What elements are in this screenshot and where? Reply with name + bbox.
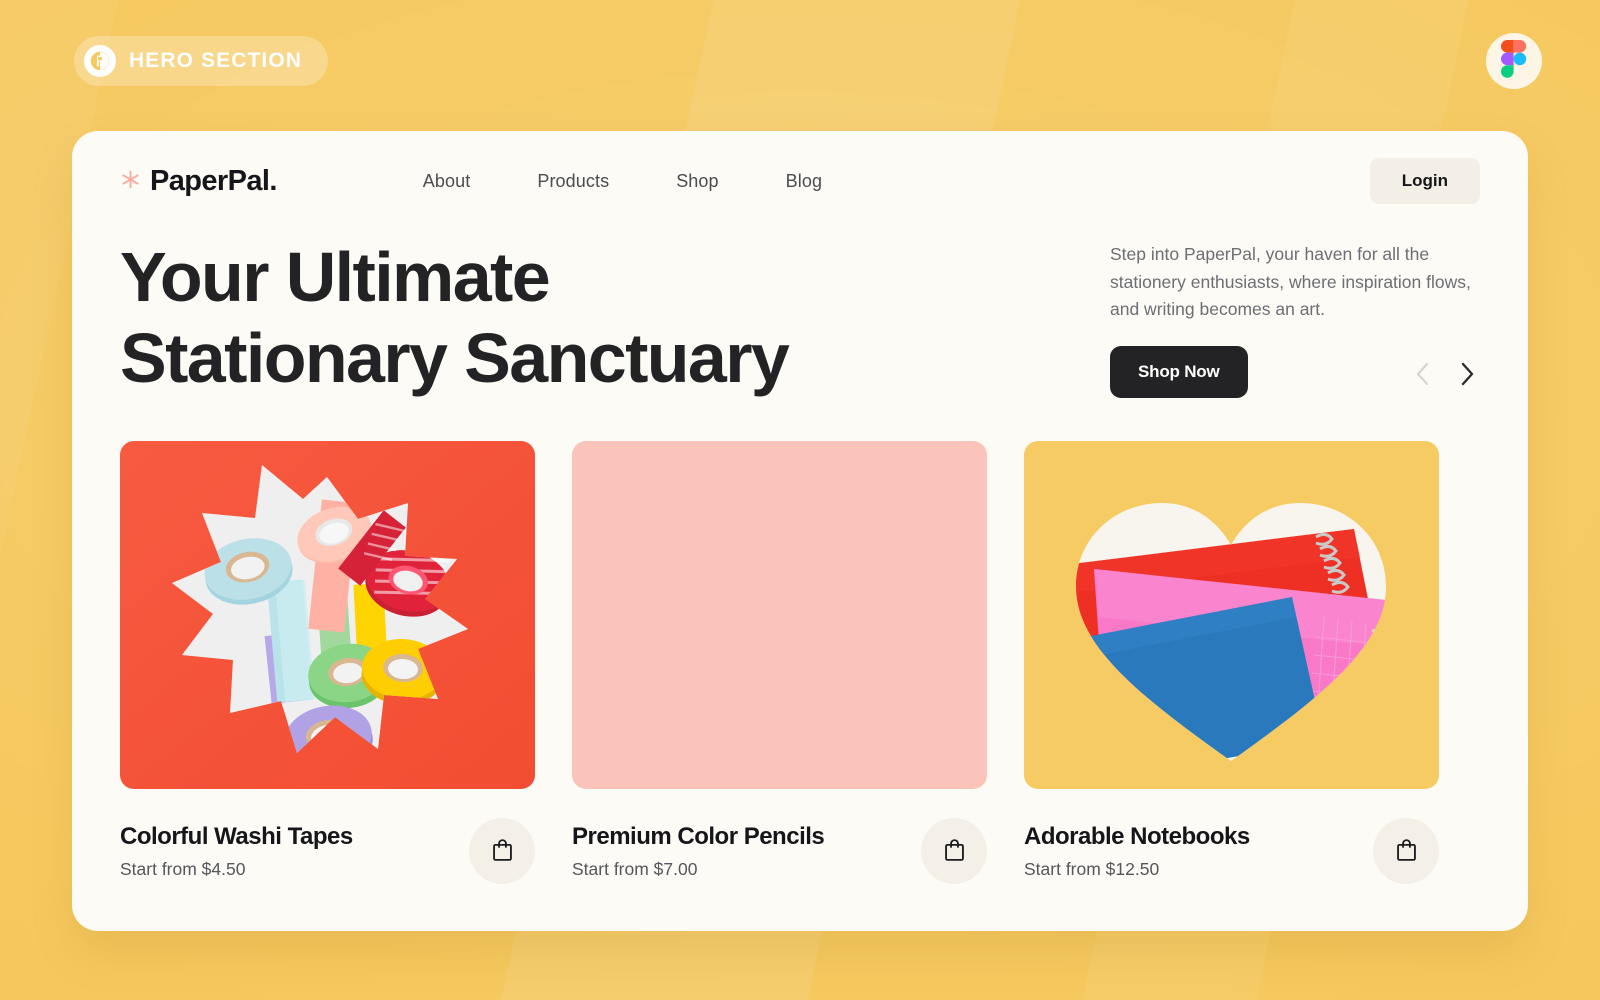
- product-footer: Colorful Washi Tapes Start from $4.50: [120, 818, 535, 884]
- hero-section-badge: HERO SECTION: [74, 36, 329, 86]
- product-grid: Colorful Washi Tapes Start from $4.50 Pr…: [120, 441, 1480, 884]
- asterisk-icon: [120, 169, 141, 194]
- product-footer: Premium Color Pencils Start from $7.00: [572, 818, 987, 884]
- color-pencils-photo: [572, 441, 987, 789]
- nav-link-blog[interactable]: Blog: [786, 171, 822, 192]
- hero-description: Step into PaperPal, your haven for all t…: [1110, 244, 1471, 320]
- product-card[interactable]: Adorable Notebooks Start from $12.50: [1024, 441, 1439, 884]
- product-title: Premium Color Pencils: [572, 822, 825, 850]
- notebooks-photo: [1024, 441, 1439, 789]
- product-price: Start from $7.00: [572, 858, 698, 879]
- login-button[interactable]: Login: [1369, 158, 1480, 204]
- product-info: Colorful Washi Tapes Start from $4.50: [120, 823, 353, 880]
- carousel-controls: [1414, 351, 1480, 392]
- product-info: Adorable Notebooks Start from $12.50: [1024, 823, 1250, 880]
- page-title: Your Ultimate Stationary Sanctuary: [120, 238, 790, 397]
- hero-actions: Shop Now: [1110, 345, 1480, 398]
- chevron-left-icon[interactable]: [1414, 361, 1432, 392]
- add-to-cart-button[interactable]: [1373, 818, 1439, 884]
- product-title: Colorful Washi Tapes: [120, 822, 353, 850]
- washi-tapes-photo: [120, 441, 535, 789]
- shopping-bag-icon: [943, 837, 966, 865]
- nav-link-shop[interactable]: Shop: [676, 171, 718, 192]
- nav-links: About Products Shop Blog: [423, 171, 822, 192]
- add-to-cart-button[interactable]: [921, 818, 987, 884]
- product-info: Premium Color Pencils Start from $7.00: [572, 822, 825, 880]
- shop-now-button[interactable]: Shop Now: [1110, 345, 1248, 398]
- hero-side-panel: Step into PaperPal, your haven for all t…: [1110, 235, 1480, 425]
- hero-section-badge-label: HERO SECTION: [129, 49, 303, 72]
- product-title: Adorable Notebooks: [1024, 822, 1250, 850]
- brand-name: PaperPal.: [150, 164, 277, 197]
- brand-logo[interactable]: PaperPal.: [120, 165, 277, 198]
- product-card[interactable]: Colorful Washi Tapes Start from $4.50: [120, 441, 535, 884]
- product-footer: Adorable Notebooks Start from $12.50: [1024, 818, 1439, 884]
- product-card[interactable]: Premium Color Pencils Start from $7.00: [572, 441, 987, 884]
- figma-logo-icon: [1501, 39, 1527, 83]
- navbar: PaperPal. About Products Shop Blog Login: [120, 158, 1480, 204]
- nav-link-about[interactable]: About: [423, 171, 471, 192]
- shopping-bag-icon: [491, 837, 514, 865]
- add-to-cart-button[interactable]: [469, 818, 535, 884]
- shopping-bag-icon: [1395, 837, 1418, 865]
- product-price: Start from $12.50: [1024, 858, 1160, 879]
- paper-p-logo-icon: [84, 45, 116, 77]
- website-preview-card: PaperPal. About Products Shop Blog Login…: [72, 131, 1528, 931]
- hero: Your Ultimate Stationary Sanctuary Step …: [120, 235, 1480, 425]
- nav-link-products[interactable]: Products: [537, 171, 609, 192]
- figma-logo-button[interactable]: [1486, 33, 1542, 89]
- product-price: Start from $4.50: [120, 858, 246, 879]
- chevron-right-icon[interactable]: [1458, 361, 1476, 392]
